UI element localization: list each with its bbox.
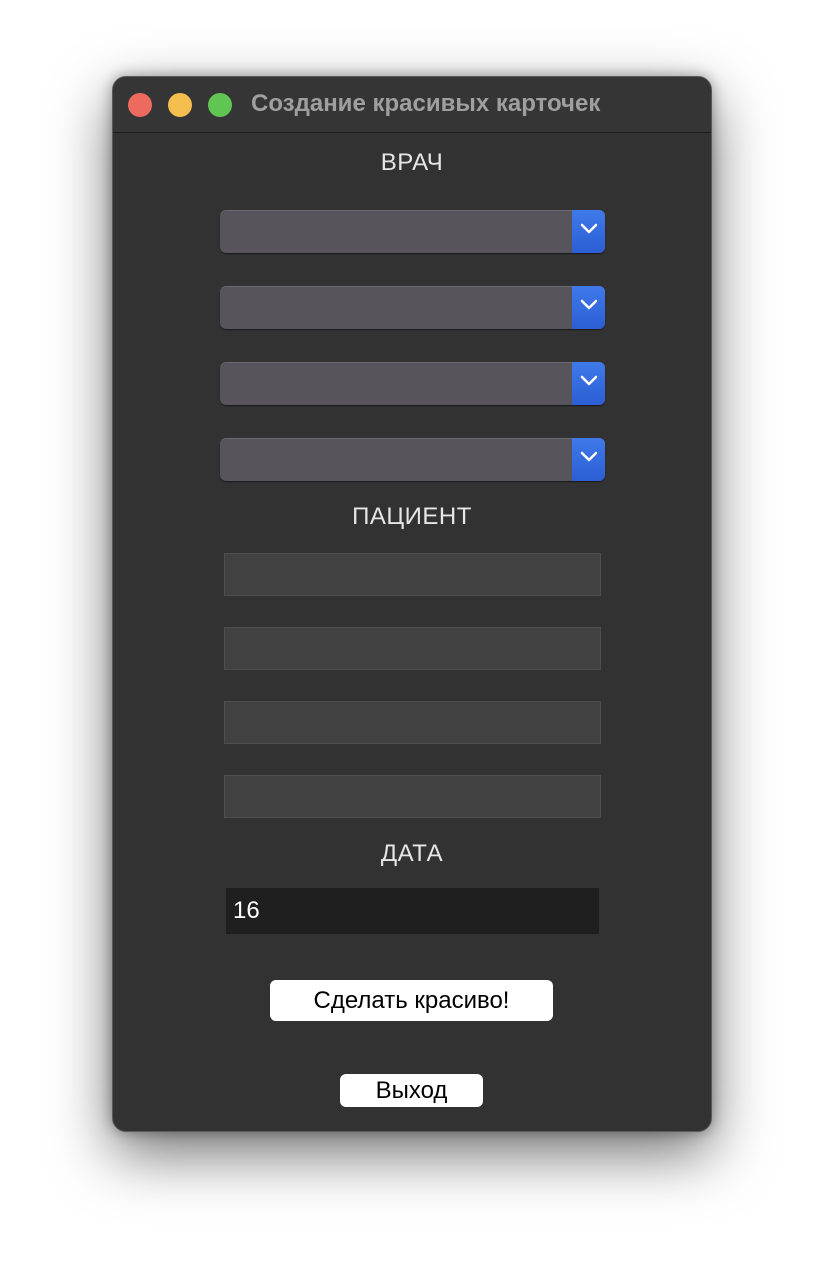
doctor-combo-1[interactable] — [220, 210, 605, 253]
make-pretty-button[interactable]: Сделать красиво! — [270, 980, 553, 1021]
doctor-combo-1-dropdown-button[interactable] — [572, 210, 605, 253]
patient-field-1[interactable] — [224, 553, 601, 596]
doctor-combo-2-dropdown-button[interactable] — [572, 286, 605, 329]
doctor-combo-4[interactable] — [220, 438, 605, 481]
doctor-combo-2[interactable] — [220, 286, 605, 329]
doctor-section-label: ВРАЧ — [380, 149, 444, 176]
date-section-label: ДАТА — [380, 840, 444, 867]
title-bar[interactable]: Создание красивых карточек — [113, 77, 711, 133]
window-title: Создание красивых карточек — [251, 90, 601, 117]
chevron-down-icon — [580, 451, 598, 462]
doctor-combo-3[interactable] — [220, 362, 605, 405]
chevron-down-icon — [580, 375, 598, 386]
close-window-button[interactable] — [128, 93, 152, 117]
patient-field-3[interactable] — [224, 701, 601, 744]
patient-field-4[interactable] — [224, 775, 601, 818]
doctor-combo-3-dropdown-button[interactable] — [572, 362, 605, 405]
doctor-combo-4-dropdown-button[interactable] — [572, 438, 605, 481]
exit-button[interactable]: Выход — [340, 1074, 483, 1107]
minimize-window-button[interactable] — [168, 93, 192, 117]
patient-field-2[interactable] — [224, 627, 601, 670]
maximize-window-button[interactable] — [208, 93, 232, 117]
date-field[interactable]: 16 — [226, 888, 599, 934]
app-window: Создание красивых карточек ВРАЧ ПАЦИЕНТ … — [112, 76, 712, 1132]
patient-section-label: ПАЦИЕНТ — [352, 503, 472, 530]
chevron-down-icon — [580, 299, 598, 310]
chevron-down-icon — [580, 223, 598, 234]
